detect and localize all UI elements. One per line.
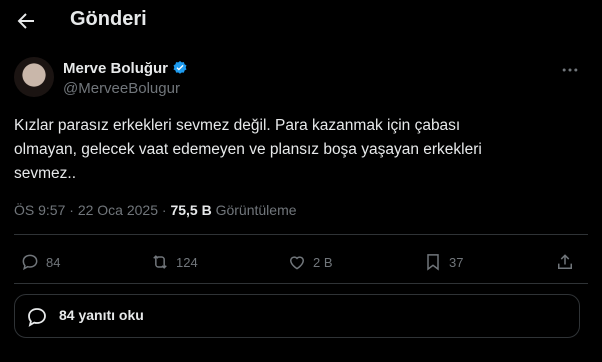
- bookmark-button[interactable]: 37: [423, 250, 463, 274]
- more-options-icon[interactable]: [560, 60, 580, 80]
- views-label: Görüntüleme: [215, 202, 297, 218]
- bookmark-count: 37: [449, 254, 464, 270]
- share-icon: [558, 254, 572, 269]
- meta-separator: ·: [161, 202, 167, 218]
- page-title: Gönderi: [70, 8, 147, 30]
- speech-bubble-icon: [28, 308, 46, 327]
- meta-separator: ·: [69, 202, 74, 218]
- author-handle[interactable]: @MerveeBolugur: [63, 80, 180, 97]
- divider: [14, 283, 588, 284]
- like-button[interactable]: 2 B: [287, 250, 333, 274]
- reply-count: 84: [46, 254, 61, 270]
- bookmark-icon: [427, 254, 439, 271]
- retweet-count: 124: [176, 254, 198, 270]
- avatar[interactable]: [14, 57, 54, 97]
- tweet-date[interactable]: 22 Oca 2025: [78, 202, 158, 218]
- retweet-icon: [153, 255, 167, 269]
- heart-icon: [289, 256, 305, 270]
- read-replies-label: 84 yanıtı oku: [59, 307, 144, 323]
- back-arrow-icon[interactable]: [14, 9, 38, 33]
- view-count[interactable]: 75,5 B: [170, 202, 211, 218]
- top-bar: Gönderi: [0, 0, 602, 42]
- reply-button[interactable]: 84: [20, 250, 60, 274]
- read-replies-button[interactable]: 84 yanıtı oku: [14, 294, 580, 338]
- like-count: 2 B: [313, 254, 333, 270]
- share-button[interactable]: [555, 250, 575, 274]
- reply-icon: [22, 254, 38, 271]
- tweet-meta: ÖS 9:57 · 22 Oca 2025 · 75,5 B Görüntüle…: [14, 202, 297, 218]
- author-name[interactable]: Merve Boluğur: [63, 60, 168, 77]
- retweet-button[interactable]: 124: [150, 250, 198, 274]
- verified-badge-icon[interactable]: [172, 60, 188, 76]
- tweet-time[interactable]: ÖS 9:57: [14, 202, 65, 218]
- tweet-text: Kızlar parasız erkekleri sevmez değil. P…: [14, 117, 482, 182]
- divider: [14, 234, 588, 235]
